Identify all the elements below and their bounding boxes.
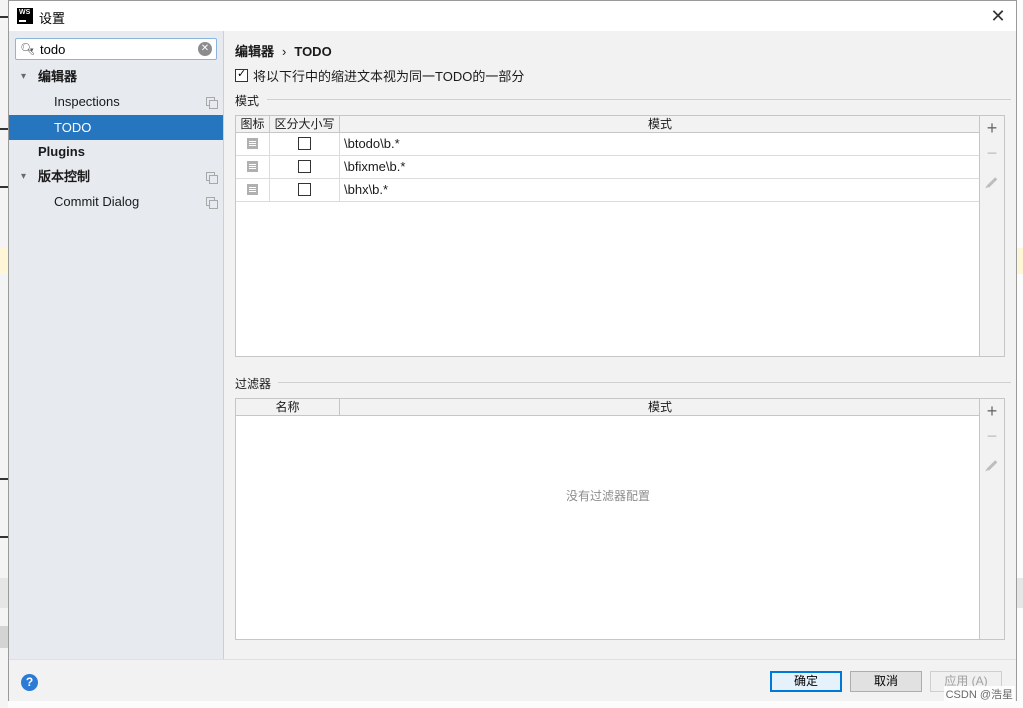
- background-text-mark: [0, 186, 8, 188]
- settings-content: 编辑器 › TODO 将以下行中的缩进文本视为同一TODO的一部分 模式 图标 区分…: [225, 31, 1016, 659]
- tree-item-label: Inspections: [54, 94, 120, 109]
- webstorm-app-icon: WS: [17, 8, 33, 24]
- tree-item-version-control[interactable]: ▾ 版本控制: [9, 164, 223, 189]
- todo-pattern-icon: [247, 161, 258, 172]
- tree-item-inspections[interactable]: Inspections: [9, 89, 223, 114]
- table-row[interactable]: \bhx\b.*: [236, 179, 980, 202]
- icon-cell: [236, 133, 270, 155]
- remove-icon[interactable]: −: [980, 424, 1004, 448]
- background-panel: [0, 578, 8, 608]
- breadcrumb-parent[interactable]: 编辑器: [235, 44, 274, 59]
- case-sensitive-checkbox[interactable]: [298, 183, 311, 196]
- background-text-mark: [0, 478, 8, 480]
- section-divider: [267, 99, 1011, 100]
- tree-item-commit-dialog[interactable]: Commit Dialog: [9, 189, 223, 214]
- dialog-footer: ? 确定 取消 应用 (A): [9, 659, 1016, 701]
- pattern-text: \bhx\b.*: [344, 182, 389, 197]
- project-scope-icon: [206, 97, 218, 109]
- column-header-name[interactable]: 名称: [236, 399, 340, 415]
- search-input[interactable]: [40, 40, 190, 58]
- app-icon-text: WS: [19, 9, 31, 16]
- todo-pattern-icon: [247, 138, 258, 149]
- help-icon[interactable]: ?: [21, 674, 38, 691]
- filters-table: 名称 模式 没有过滤器配置 + −: [235, 398, 1005, 640]
- case-sensitive-checkbox[interactable]: [298, 137, 311, 150]
- column-header-pattern[interactable]: 模式: [340, 399, 980, 415]
- background-text-mark: [0, 16, 8, 18]
- filters-section-title: 过滤器: [235, 377, 272, 391]
- column-header-case-sensitive[interactable]: 区分大小写: [270, 116, 340, 132]
- tree-item-todo[interactable]: TODO: [9, 115, 223, 140]
- background-highlight: [0, 248, 8, 274]
- multiline-todo-label: 将以下行中的缩进文本视为同一TODO的一部分: [253, 68, 525, 84]
- tree-item-editor[interactable]: ▾ 编辑器: [9, 64, 223, 89]
- patterns-table: 图标 区分大小写 模式 \btodo\b.* \bfixme\b.* \bhx\…: [235, 115, 1005, 357]
- background-panel: [0, 626, 8, 648]
- case-cell: [270, 133, 340, 155]
- pattern-cell: \bfixme\b.*: [340, 156, 980, 178]
- pattern-cell: \btodo\b.*: [340, 133, 980, 155]
- background-text-mark: [0, 536, 8, 538]
- patterns-toolbar: + −: [979, 116, 1004, 356]
- project-scope-icon: [206, 197, 218, 209]
- background-highlight: [1017, 248, 1023, 274]
- icon-cell: [236, 156, 270, 178]
- add-icon[interactable]: +: [980, 116, 1004, 140]
- filters-table-header: 名称 模式: [236, 399, 980, 416]
- patterns-section-title: 模式: [235, 94, 260, 108]
- add-icon[interactable]: +: [980, 399, 1004, 423]
- chevron-down-icon[interactable]: ▾: [21, 64, 26, 89]
- empty-filters-text: 没有过滤器配置: [565, 489, 650, 503]
- tree-item-plugins[interactable]: Plugins: [9, 139, 223, 164]
- background-panel: [1017, 578, 1023, 608]
- chevron-down-icon[interactable]: ▾: [21, 164, 26, 189]
- tree-item-label: 编辑器: [38, 69, 78, 84]
- pattern-text: \bfixme\b.*: [344, 159, 406, 174]
- column-header-icon[interactable]: 图标: [236, 116, 270, 132]
- filters-toolbar: + −: [979, 399, 1004, 639]
- project-scope-icon: [206, 172, 218, 184]
- multiline-todo-checkbox[interactable]: [235, 67, 248, 82]
- ok-button[interactable]: 确定: [770, 671, 842, 692]
- settings-dialog: WS 设置 ✕ 🔍︎▾ ✕ ▾ 编辑器 Inspections TODO Plu…: [8, 0, 1017, 701]
- pattern-cell: \bhx\b.*: [340, 179, 980, 201]
- title-bar: WS 设置 ✕: [9, 1, 1016, 31]
- app-icon-bar: [19, 20, 26, 22]
- window-title: 设置: [39, 11, 66, 26]
- case-cell: [270, 179, 340, 201]
- close-icon[interactable]: ✕: [988, 6, 1008, 26]
- tree-item-label: Plugins: [38, 144, 85, 159]
- column-header-pattern[interactable]: 模式: [340, 116, 980, 132]
- todo-pattern-icon: [247, 184, 258, 195]
- clear-search-icon[interactable]: ✕: [198, 42, 212, 56]
- background-text-mark: [0, 128, 8, 130]
- tree-item-label: 版本控制: [38, 169, 91, 184]
- search-icon[interactable]: 🔍︎ ▾: [20, 42, 36, 56]
- cancel-button[interactable]: 取消: [850, 671, 922, 692]
- patterns-table-header: 图标 区分大小写 模式: [236, 116, 980, 133]
- tree-item-label: TODO: [54, 120, 92, 135]
- settings-sidebar: 🔍︎▾ ✕ ▾ 编辑器 Inspections TODO Plugins ▾ 版…: [9, 31, 224, 659]
- multiline-todo-option[interactable]: 将以下行中的缩进文本视为同一TODO的一部分: [235, 67, 525, 84]
- breadcrumb-current: TODO: [294, 44, 332, 59]
- tree-item-label: Commit Dialog: [54, 194, 140, 209]
- watermark: CSDN @浩星: [943, 686, 1015, 702]
- case-sensitive-checkbox[interactable]: [298, 160, 311, 173]
- settings-search-box[interactable]: 🔍︎▾ ✕: [15, 38, 217, 60]
- edit-icon[interactable]: [980, 166, 1004, 190]
- section-divider: [278, 382, 1011, 383]
- breadcrumb-separator: ›: [282, 44, 287, 59]
- table-row[interactable]: \btodo\b.*: [236, 133, 980, 156]
- icon-cell: [236, 179, 270, 201]
- pattern-text: \btodo\b.*: [344, 136, 400, 151]
- table-row[interactable]: \bfixme\b.*: [236, 156, 980, 179]
- edit-icon[interactable]: [980, 449, 1004, 473]
- case-cell: [270, 156, 340, 178]
- remove-icon[interactable]: −: [980, 141, 1004, 165]
- breadcrumb: 编辑器 › TODO: [235, 41, 332, 60]
